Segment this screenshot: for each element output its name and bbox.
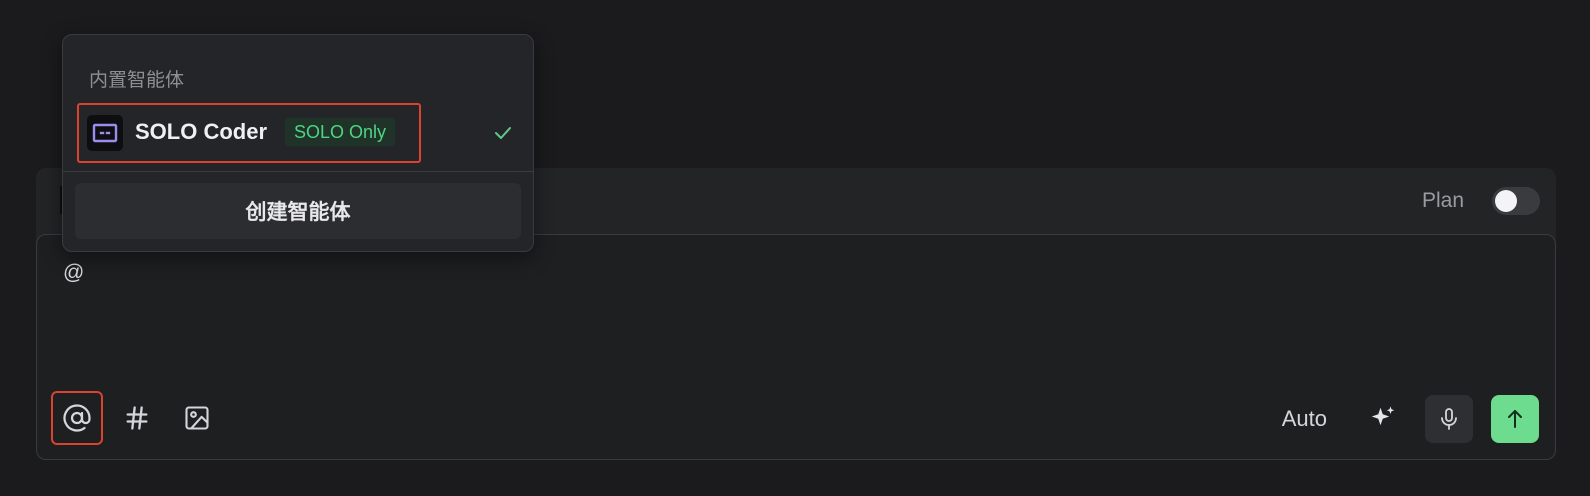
arrow-up-icon [1508, 410, 1522, 428]
dropdown-divider [63, 171, 533, 172]
mention-button[interactable] [51, 391, 103, 445]
send-button[interactable] [1491, 395, 1539, 443]
toggle-knob [1495, 190, 1517, 212]
model-selector[interactable]: Auto [1282, 406, 1327, 432]
create-agent-button[interactable]: 创建智能体 [75, 183, 521, 239]
agent-badge: SOLO Only [285, 118, 396, 146]
agent-option-solo-coder[interactable]: SOLO Coder SOLO Only [77, 103, 519, 163]
microphone-icon [1441, 408, 1457, 430]
section-title: 内置智能体 [89, 70, 185, 91]
plan-label: Plan [1421, 189, 1464, 212]
voice-input-button[interactable] [1425, 395, 1473, 443]
message-input-text: @ [63, 261, 85, 284]
agent-dropdown: 内置智能体 SOLO Coder SOLO Only 创建智能体 [62, 34, 534, 252]
sparkle-icon [1371, 406, 1395, 426]
agent-avatar [87, 115, 123, 151]
send-tools: Auto [1282, 395, 1539, 443]
agent-robot-icon [92, 123, 118, 143]
hash-icon [126, 406, 148, 430]
at-sign-icon [63, 404, 91, 432]
plan-toggle[interactable] [1492, 187, 1540, 215]
message-input[interactable]: @ Auto [36, 234, 1556, 460]
topic-button[interactable] [111, 391, 163, 445]
app-stage: Plan @ Auto 内置智能体 SOLO Coder SOLO Only 创… [0, 0, 1590, 496]
agent-name: SOLO Coder [135, 119, 268, 144]
enhance-button[interactable] [1359, 395, 1407, 443]
check-icon [495, 127, 511, 139]
image-button[interactable] [171, 391, 223, 445]
image-icon [185, 406, 209, 430]
input-tools [51, 391, 223, 445]
